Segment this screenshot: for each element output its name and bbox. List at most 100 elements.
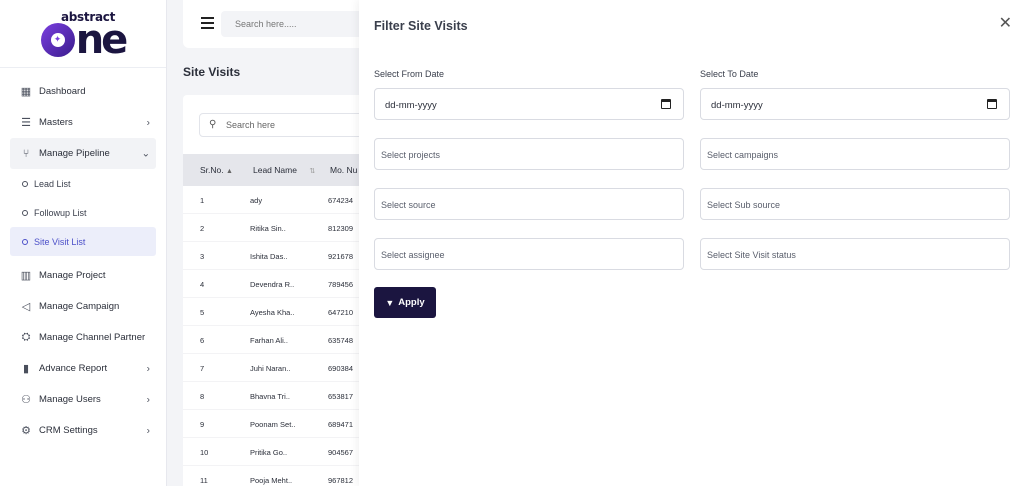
sidebar-item-label: Manage Channel Partner	[39, 332, 146, 343]
column-header-sr-no[interactable]: Sr.No. ▲	[200, 165, 233, 175]
dashboard-icon: ▦	[20, 86, 32, 98]
megaphone-icon: ◁	[21, 301, 31, 313]
drawer-title: Filter Site Visits	[374, 19, 468, 33]
circle-icon	[22, 180, 28, 187]
cell-lead-name: Ayesha Kha..	[250, 308, 295, 317]
sidebar-item-label: Masters	[39, 117, 73, 128]
to-date-label: Select To Date	[700, 69, 759, 79]
circle-icon	[22, 209, 28, 216]
cell-mobile: 967812	[328, 476, 354, 485]
sidebar-subitem-followup-list[interactable]: Followup List	[10, 198, 156, 227]
chevron-down-icon: ⌄	[141, 148, 150, 159]
sidebar-item-label: Manage Project	[39, 270, 106, 281]
gear-icon: ⚙	[21, 425, 31, 437]
sidebar-subitem-label: Lead List	[34, 178, 71, 189]
sidebar-item-manage-campaign[interactable]: ◁ Manage Campaign	[10, 291, 156, 322]
users-icon: ⚇	[21, 394, 31, 406]
cell-mobile: 690384	[328, 364, 354, 373]
chevron-right-icon: ›	[146, 363, 150, 374]
cell-lead-name: Pritika Go..	[250, 448, 288, 457]
cell-mobile: 789456	[328, 280, 354, 289]
sidebar-item-crm-settings[interactable]: ⚙ CRM Settings ›	[10, 415, 156, 446]
cell-lead-name: Devendra R..	[250, 280, 295, 289]
search-icon: ⚲	[209, 119, 217, 130]
chevron-right-icon: ›	[146, 425, 150, 436]
column-header-lead-name[interactable]: Lead Name ⇅	[253, 165, 315, 175]
sidebar-item-label: Advance Report	[39, 363, 108, 374]
cell-lead-name: Ritika Sin..	[250, 224, 286, 233]
sidebar-item-masters[interactable]: ☰ Masters ›	[10, 107, 156, 138]
cell-sr-no: 3	[200, 252, 205, 261]
apply-label: Apply	[398, 297, 425, 308]
calendar-icon[interactable]	[661, 99, 671, 109]
sidebar-item-label: Manage Pipeline	[39, 148, 110, 159]
pipeline-icon: ⑂	[22, 147, 30, 160]
sidebar-item-label: CRM Settings	[39, 425, 98, 436]
building-icon: ▥	[20, 270, 32, 282]
site-visit-status-select[interactable]: Select Site Visit status	[700, 238, 1010, 270]
sidebar-menu: ▦ Dashboard ☰ Masters › ⑂ Manage Pipelin…	[0, 68, 166, 446]
sidebar-item-manage-project[interactable]: ▥ Manage Project	[10, 260, 156, 291]
sidebar-subitem-lead-list[interactable]: Lead List	[10, 169, 156, 198]
logo[interactable]: abstract ✦ ne	[0, 0, 166, 68]
to-date-value: dd-mm-yyyy	[711, 100, 763, 111]
sidebar-item-label: Dashboard	[39, 86, 86, 97]
logo-text-ne: ne	[75, 16, 129, 63]
logo-text-bottom: ✦ ne	[40, 20, 128, 60]
cell-lead-name: Juhi Naran..	[250, 364, 291, 373]
sidebar-subitem-label: Followup List	[34, 207, 87, 218]
from-date-label: Select From Date	[374, 69, 445, 79]
handshake-icon: ⛭	[21, 331, 31, 343]
to-date-input[interactable]: dd-mm-yyyy	[700, 88, 1010, 120]
cell-mobile: 635748	[328, 336, 354, 345]
cell-mobile: 904567	[328, 448, 354, 457]
sort-icon: ⇅	[309, 168, 316, 175]
cell-mobile: 921678	[328, 252, 354, 261]
sidebar: abstract ✦ ne ▦ Dashboard ☰ Masters › ⑂ M…	[0, 0, 167, 486]
from-date-input[interactable]: dd-mm-yyyy	[374, 88, 684, 120]
sidebar-item-manage-channel-partner[interactable]: ⛭ Manage Channel Partner	[10, 322, 156, 353]
cell-sr-no: 11	[200, 476, 208, 485]
chevron-right-icon: ›	[146, 394, 150, 405]
cell-sr-no: 2	[200, 224, 205, 233]
projects-select[interactable]: Select projects	[374, 138, 684, 170]
cell-lead-name: Farhan Ali..	[250, 336, 288, 345]
cell-lead-name: Poonam Set..	[250, 420, 296, 429]
list-icon: ☰	[21, 117, 31, 129]
cell-sr-no: 6	[200, 336, 205, 345]
cell-lead-name: ady	[250, 196, 263, 205]
cell-mobile: 674234	[328, 196, 354, 205]
sidebar-item-manage-pipeline[interactable]: ⑂ Manage Pipeline ⌄	[10, 138, 156, 169]
page-title: Site Visits	[183, 65, 241, 79]
bar-chart-icon: ▮	[22, 363, 30, 375]
sidebar-item-dashboard[interactable]: ▦ Dashboard	[10, 76, 156, 107]
table-search-placeholder: Search here	[226, 120, 276, 130]
filter-drawer: Filter Site Visits ✕ Select From Date Se…	[359, 0, 1024, 486]
cell-mobile: 647210	[328, 308, 354, 317]
calendar-icon[interactable]	[987, 99, 997, 109]
sidebar-item-advance-report[interactable]: ▮ Advance Report ›	[10, 353, 156, 384]
sidebar-subitem-site-visit-list[interactable]: Site Visit List	[10, 227, 156, 256]
cell-mobile: 812309	[328, 224, 354, 233]
campaigns-select[interactable]: Select campaigns	[700, 138, 1010, 170]
cell-sr-no: 9	[200, 420, 205, 429]
column-header-mobile[interactable]: Mo. Nu	[330, 165, 357, 175]
circle-icon	[22, 238, 28, 245]
cell-sr-no: 4	[200, 280, 205, 289]
apply-button[interactable]: ▼ Apply	[374, 287, 436, 318]
cell-sr-no: 1	[200, 196, 205, 205]
cell-lead-name: Pooja Meht..	[250, 476, 293, 485]
sidebar-item-manage-users[interactable]: ⚇ Manage Users ›	[10, 384, 156, 415]
cell-lead-name: Ishita Das..	[250, 252, 288, 261]
cell-sr-no: 5	[200, 308, 205, 317]
close-icon[interactable]: ✕	[999, 16, 1012, 32]
from-date-value: dd-mm-yyyy	[385, 100, 437, 111]
cell-mobile: 689471	[328, 420, 354, 429]
logo-o-icon: ✦	[40, 22, 75, 57]
hamburger-icon[interactable]	[201, 17, 214, 32]
filter-icon: ▼	[385, 297, 395, 308]
assignee-select[interactable]: Select assignee	[374, 238, 684, 270]
source-select[interactable]: Select source	[374, 188, 684, 220]
cell-lead-name: Bhavna Tri..	[250, 392, 291, 401]
sub-source-select[interactable]: Select Sub source	[700, 188, 1010, 220]
